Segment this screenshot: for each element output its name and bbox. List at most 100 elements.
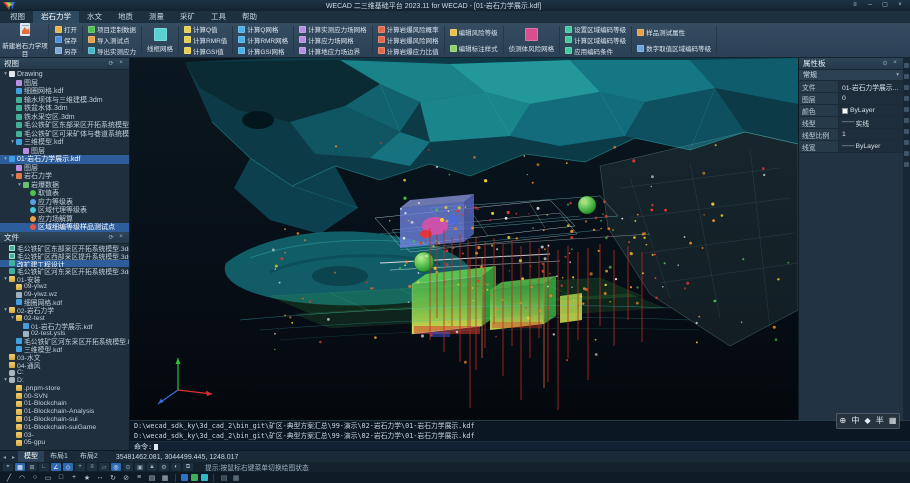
- pan-tool-icon[interactable]: [904, 63, 909, 68]
- ribbon-button-11-2[interactable]: 数字取值区域编码等级: [635, 43, 713, 53]
- polar-toggle[interactable]: ∠: [51, 463, 61, 471]
- ribbon-button-2-1[interactable]: 项目定制数据: [86, 24, 138, 34]
- pin-panel-icon[interactable]: ⊙: [881, 60, 889, 67]
- file-tree-item-2[interactable]: 毛公铁矿区西部采区提升系统模型.3dm: [0, 252, 129, 260]
- file-tree-item-17[interactable]: C:: [0, 369, 129, 377]
- menu-item-4[interactable]: 地质: [110, 11, 141, 23]
- maximize-button[interactable]: ▢: [878, 1, 892, 10]
- view-tree-item-7[interactable]: 毛公铁矿区东部采区开拓系统模型.3dm: [0, 121, 129, 130]
- ribbon-button-4-1[interactable]: 计算Q值: [182, 24, 229, 34]
- viewport-3d-scene[interactable]: [130, 58, 798, 420]
- refresh-icon[interactable]: ⟳: [107, 60, 115, 67]
- menu-item-8[interactable]: 帮助: [234, 11, 265, 23]
- view-tree-item-1[interactable]: ▾Drawing: [0, 70, 129, 79]
- measure-tool-icon[interactable]: [904, 96, 909, 101]
- file-tree-item-18[interactable]: ▾D:: [0, 377, 129, 385]
- view-tree-item-15[interactable]: 取值表: [0, 189, 129, 198]
- file-tree-item-20[interactable]: 00-SVN: [0, 392, 129, 400]
- ribbon-button-4-3[interactable]: 计算GSI值: [182, 46, 229, 56]
- sheet-tool[interactable]: ▤: [147, 474, 157, 482]
- view-tree-item-10[interactable]: 图层: [0, 147, 129, 156]
- ime-shape-toggle[interactable]: ◆: [864, 415, 870, 427]
- lineweight-toggle[interactable]: ≡: [87, 463, 97, 471]
- file-tree-item-22[interactable]: 01-Blockchain-Analysis: [0, 408, 129, 416]
- layers-tool[interactable]: ≡: [134, 474, 144, 482]
- ribbon-button-1-2[interactable]: 保存: [53, 35, 79, 45]
- ribbon-button-3-1[interactable]: 线框网格: [145, 28, 175, 53]
- new-rock-mechanics-project-button[interactable]: 新建岩石力学项目: [2, 24, 49, 56]
- ribbon-button-10-2[interactable]: 计算区域编码等级: [563, 35, 628, 45]
- transparency-toggle[interactable]: ▱: [99, 463, 109, 471]
- close-panel-icon[interactable]: ×: [117, 234, 125, 241]
- view-tree-item-18[interactable]: 应力场解算: [0, 215, 129, 224]
- file-tree-item-16[interactable]: 04-通风: [0, 361, 129, 369]
- ribbon-button-8-1[interactable]: 编辑风险等级: [448, 27, 500, 37]
- orbit-tool-icon[interactable]: [904, 85, 909, 90]
- snap-toggle[interactable]: ⊞: [27, 463, 37, 471]
- file-tree-item-25[interactable]: 03-: [0, 431, 129, 439]
- osnap-toggle[interactable]: ◇: [63, 463, 73, 471]
- camera-icon[interactable]: [904, 129, 909, 134]
- otrack-toggle[interactable]: +: [75, 463, 85, 471]
- ime-lang-toggle[interactable]: 中: [851, 415, 859, 427]
- erase-tool[interactable]: ⊘: [121, 474, 131, 482]
- file-tree-item-1[interactable]: 毛公铁矿区东部采区开拓系统模型.3dm: [0, 244, 129, 252]
- file-tree-item-13[interactable]: 毛公铁矿区河东采区开拓系统模型.kdf: [0, 338, 129, 346]
- ime-keyboard-icon[interactable]: ▦: [889, 415, 897, 427]
- file-tree-item-5[interactable]: ▾01-安装: [0, 275, 129, 283]
- ribbon-button-7-1[interactable]: 计算岩爆风险概率: [376, 24, 441, 34]
- rect-tool[interactable]: ▭: [43, 474, 53, 482]
- view-tree-item-17[interactable]: 区域代理等级表: [0, 206, 129, 215]
- file-tree-item-23[interactable]: 01-Blockchain-sui: [0, 416, 129, 424]
- ribbon-button-10-3[interactable]: 应用编码条件: [563, 46, 628, 56]
- view-tree-item-12[interactable]: 图层: [0, 164, 129, 173]
- circle-tool[interactable]: ○: [30, 474, 40, 482]
- workspace-toggle[interactable]: ⚙: [159, 463, 169, 471]
- file-tree-item-26[interactable]: 05-gpu: [0, 439, 129, 447]
- file-tree-item-10[interactable]: ▾02-test: [0, 314, 129, 322]
- view-tree-item-2[interactable]: 图层: [0, 79, 129, 88]
- file-tree-item-21[interactable]: 01-Blockchain: [0, 400, 129, 408]
- ribbon-button-6-1[interactable]: 计算实测应力场网格: [297, 24, 369, 34]
- model-space-toggle[interactable]: ▣: [135, 463, 145, 471]
- file-tree-item-4[interactable]: 毛公铁矿区河东采区开拓系统模型.3dm: [0, 267, 129, 275]
- menu-item-3[interactable]: 水文: [79, 11, 110, 23]
- view-tree-item-8[interactable]: 毛公铁矿区可采矿体与巷道系统模型.3dm: [0, 130, 129, 139]
- file-tree-item-15[interactable]: 03-水文: [0, 353, 129, 361]
- selection-cycling-toggle[interactable]: ⧉: [183, 463, 193, 471]
- grid-sheet-icon[interactable]: ▦: [231, 474, 241, 482]
- close-button[interactable]: ×: [893, 1, 907, 10]
- ribbon-button-2-3[interactable]: 导出实测应力: [86, 46, 138, 56]
- layer-color-swatch-1[interactable]: [181, 474, 188, 481]
- measure-tool[interactable]: ↔: [95, 474, 105, 482]
- file-tree-item-24[interactable]: 01-Blockchain-suiGame: [0, 423, 129, 431]
- section-icon[interactable]: [904, 118, 909, 123]
- file-tree-item-7[interactable]: 09-ylwz.wz: [0, 291, 129, 299]
- file-tree-item-19[interactable]: .pnpm-store: [0, 384, 129, 392]
- menu-item-7[interactable]: 工具: [203, 11, 234, 23]
- ribbon-button-8-2[interactable]: 编辑标注样式: [448, 43, 500, 53]
- property-value[interactable]: 01-岩石力学展示...: [839, 81, 903, 92]
- ribbon-button-1-1[interactable]: 打开: [53, 24, 79, 34]
- file-tree-item-12[interactable]: 02-test.ysls: [0, 330, 129, 338]
- dyn-input-toggle[interactable]: ◎: [111, 463, 121, 471]
- ribbon-button-2-2[interactable]: 导入测试点: [86, 35, 138, 45]
- layer-color-swatch-3[interactable]: [201, 474, 208, 481]
- polygon-tool[interactable]: □: [56, 474, 66, 482]
- annotation-toggle[interactable]: ▲: [147, 463, 157, 471]
- menu-item-2[interactable]: 岩石力学: [33, 11, 79, 23]
- ribbon-button-6-3[interactable]: 计算地应力场边界: [297, 46, 369, 56]
- tab-scroll-left-icon[interactable]: ◂: [0, 454, 9, 461]
- ribbon-button-11-1[interactable]: 样品测试属性: [635, 27, 713, 37]
- ucs-toggle[interactable]: ⌖: [3, 463, 13, 471]
- star-tool[interactable]: ★: [82, 474, 92, 482]
- view-tree-item-3[interactable]: 细圈网格.kdf: [0, 87, 129, 96]
- grid-toggle[interactable]: ▦: [15, 463, 25, 471]
- sheet-icon[interactable]: ▤: [219, 474, 229, 482]
- isolate-toggle[interactable]: ◐: [171, 463, 181, 471]
- grid-view-tool[interactable]: ▦: [160, 474, 170, 482]
- ribbon-button-1-3[interactable]: 另存: [53, 46, 79, 56]
- settings-icon[interactable]: [904, 151, 909, 156]
- layers-icon[interactable]: [904, 107, 909, 112]
- command-area[interactable]: D:\wecad_sdk_ky\3d_cad_2\bin_git\矿区-典型方案…: [130, 420, 910, 450]
